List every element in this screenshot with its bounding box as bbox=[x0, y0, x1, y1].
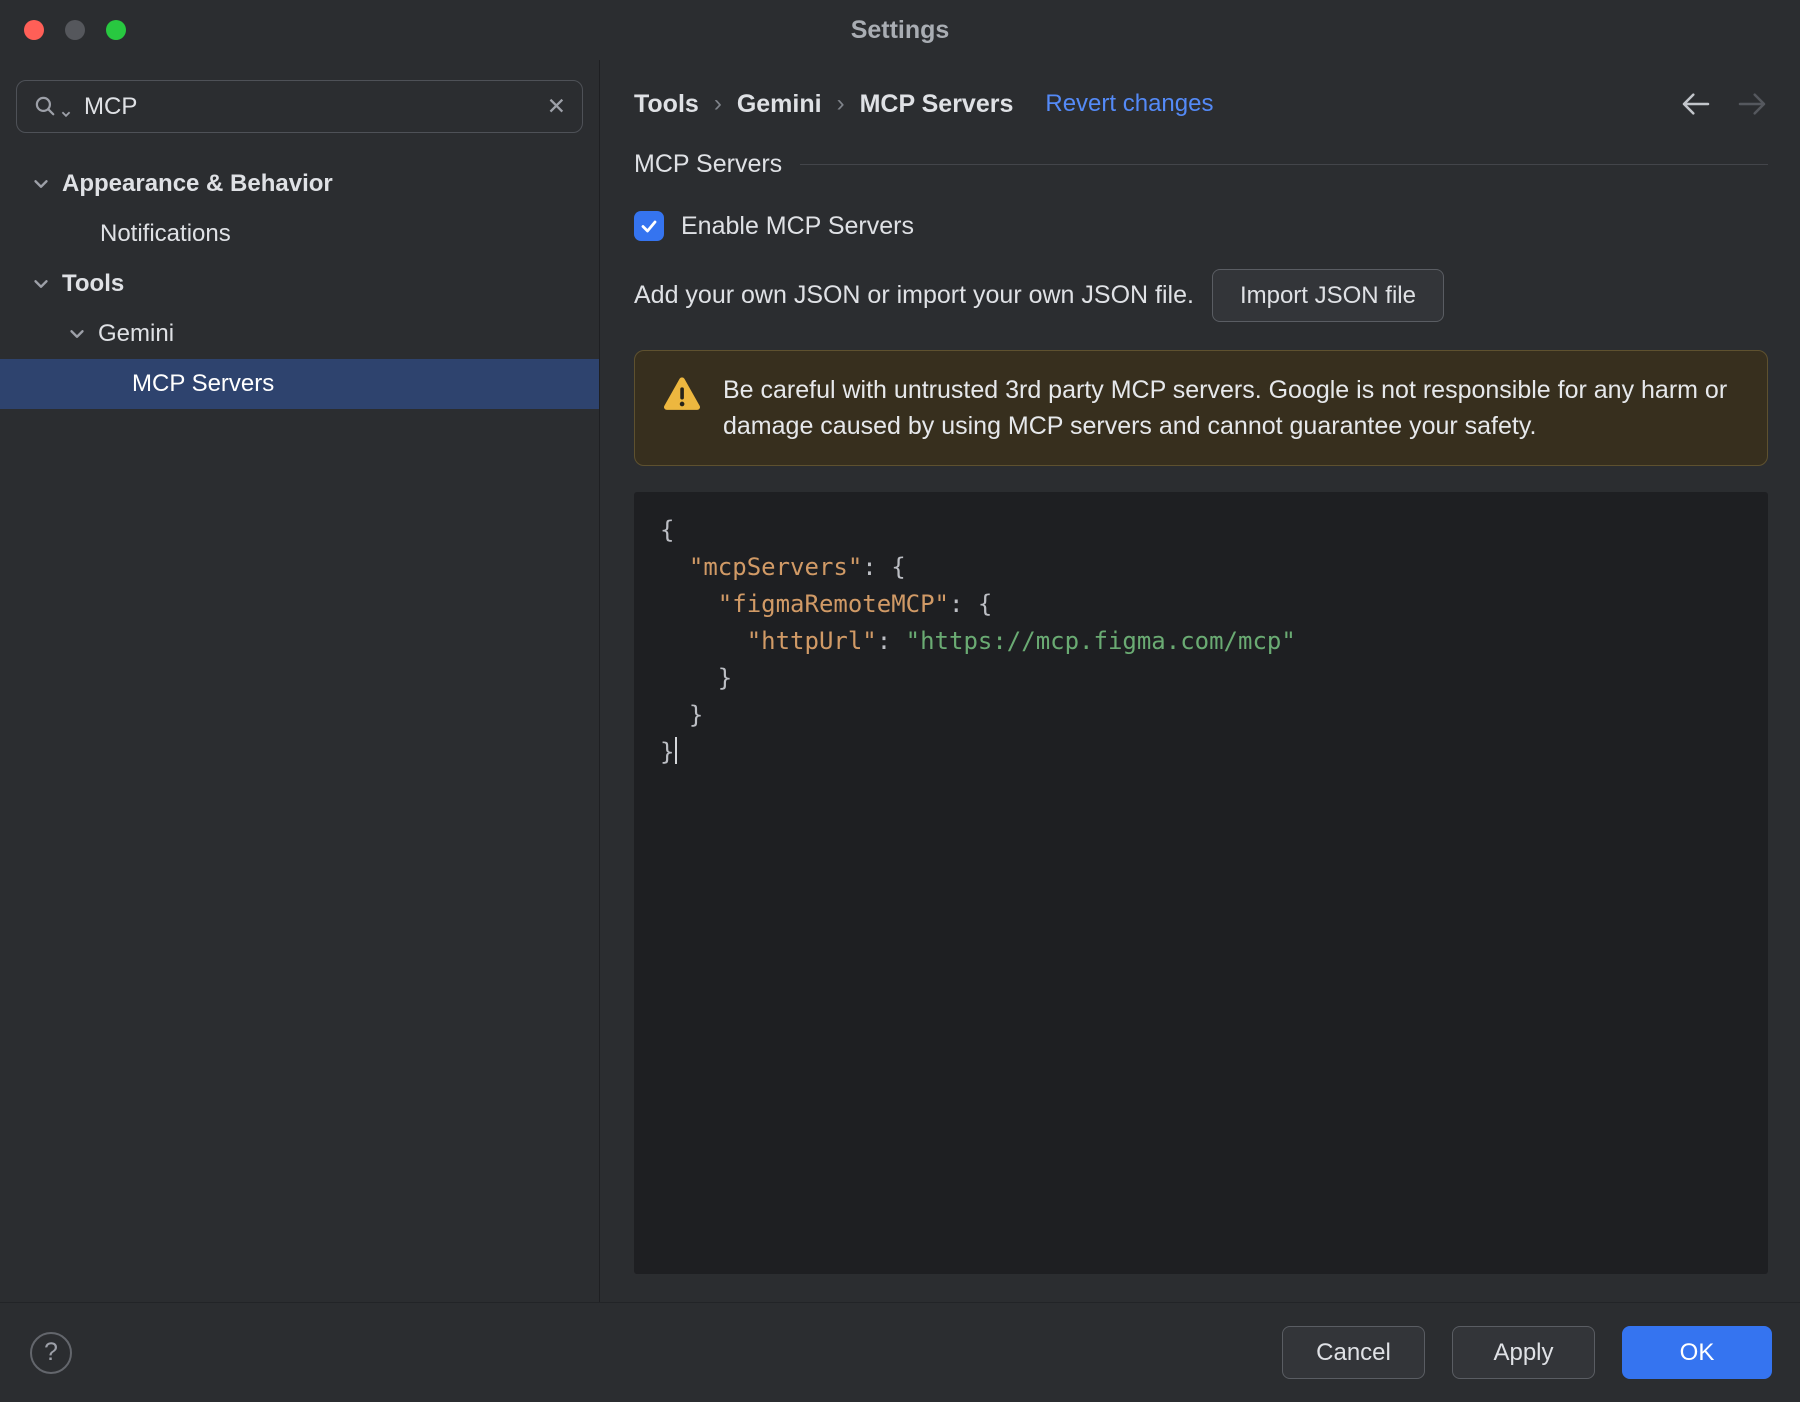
breadcrumb-separator-icon: › bbox=[836, 90, 845, 117]
code-line: } bbox=[660, 664, 733, 692]
sidebar-item-label: Appearance & Behavior bbox=[62, 170, 333, 197]
revert-changes-link[interactable]: Revert changes bbox=[1045, 90, 1213, 118]
section-divider bbox=[800, 164, 1768, 165]
minimize-window-button[interactable] bbox=[65, 20, 85, 40]
warning-triangle-icon bbox=[661, 375, 703, 418]
warning-text: Be careful with untrusted 3rd party MCP … bbox=[723, 376, 1728, 440]
cancel-button[interactable]: Cancel bbox=[1282, 1326, 1425, 1379]
settings-window: Settings MCP ✕ Appearance & Behavior Not… bbox=[0, 0, 1800, 1402]
code-line: "httpUrl": "https://mcp.figma.com/mcp" bbox=[746, 627, 1296, 655]
enable-mcp-label[interactable]: Enable MCP Servers bbox=[681, 212, 914, 241]
search-input[interactable]: MCP ✕ bbox=[16, 80, 583, 133]
json-editor[interactable]: { "mcpServers": { "figmaRemoteMCP": { "h… bbox=[634, 492, 1768, 1274]
section-header: MCP Servers bbox=[634, 150, 1768, 179]
chevron-down-icon[interactable] bbox=[30, 173, 52, 195]
code-line: "mcpServers": { bbox=[688, 553, 906, 581]
main-area: MCP ✕ Appearance & Behavior Notification… bbox=[0, 60, 1800, 1302]
settings-tree: Appearance & Behavior Notifications Tool… bbox=[0, 159, 599, 409]
apply-button[interactable]: Apply bbox=[1452, 1326, 1595, 1379]
settings-sidebar: MCP ✕ Appearance & Behavior Notification… bbox=[0, 60, 600, 1302]
sidebar-item-label: MCP Servers bbox=[132, 370, 275, 397]
chevron-down-icon bbox=[61, 111, 71, 117]
code-line: { bbox=[660, 516, 675, 544]
breadcrumb-item-mcp-servers[interactable]: MCP Servers bbox=[860, 90, 1014, 119]
sidebar-item-notifications[interactable]: Notifications bbox=[0, 209, 599, 259]
search-input-value: MCP bbox=[84, 92, 138, 120]
history-nav bbox=[1680, 91, 1768, 117]
forward-arrow-icon[interactable] bbox=[1736, 91, 1768, 117]
zoom-window-button[interactable] bbox=[106, 20, 126, 40]
ok-button[interactable]: OK bbox=[1622, 1326, 1772, 1379]
checkmark-icon bbox=[641, 220, 657, 233]
settings-content: Tools › Gemini › MCP Servers Revert chan… bbox=[600, 60, 1800, 1302]
chevron-down-icon[interactable] bbox=[30, 273, 52, 295]
titlebar: Settings bbox=[0, 0, 1800, 60]
sidebar-item-mcp-servers[interactable]: MCP Servers bbox=[0, 359, 599, 409]
json-editor-lines: { "mcpServers": { "figmaRemoteMCP": { "h… bbox=[660, 512, 1748, 771]
window-title: Settings bbox=[850, 15, 950, 44]
help-button[interactable]: ? bbox=[30, 1331, 72, 1374]
sidebar-item-label: Gemini bbox=[98, 320, 175, 347]
breadcrumb-separator-icon: › bbox=[713, 90, 722, 117]
sidebar-item-appearance-behavior[interactable]: Appearance & Behavior bbox=[0, 159, 599, 209]
warning-banner: Be careful with untrusted 3rd party MCP … bbox=[634, 350, 1768, 466]
breadcrumb: Tools › Gemini › MCP Servers Revert chan… bbox=[634, 84, 1768, 124]
enable-mcp-checkbox[interactable] bbox=[634, 211, 664, 241]
sidebar-item-tools[interactable]: Tools bbox=[0, 259, 599, 309]
enable-mcp-row: Enable MCP Servers bbox=[634, 211, 1768, 241]
section-title: MCP Servers bbox=[634, 150, 783, 178]
chevron-down-icon[interactable] bbox=[66, 323, 88, 345]
breadcrumb-item-gemini[interactable]: Gemini bbox=[737, 90, 822, 119]
code-line: } bbox=[660, 734, 1748, 771]
sidebar-item-label: Notifications bbox=[100, 220, 231, 247]
breadcrumb-item-tools[interactable]: Tools bbox=[634, 90, 699, 119]
sidebar-item-gemini[interactable]: Gemini bbox=[0, 309, 599, 359]
import-description: Add your own JSON or import your own JSO… bbox=[634, 281, 1194, 309]
clear-search-icon[interactable]: ✕ bbox=[547, 95, 566, 118]
close-window-button[interactable] bbox=[24, 20, 44, 40]
dialog-footer: ? Cancel Apply OK bbox=[0, 1302, 1800, 1402]
code-line: "figmaRemoteMCP": { bbox=[717, 590, 993, 618]
import-json-button[interactable]: Import JSON file bbox=[1211, 269, 1444, 322]
import-row: Add your own JSON or import your own JSO… bbox=[634, 269, 1768, 322]
back-arrow-icon[interactable] bbox=[1680, 91, 1712, 117]
footer-buttons: Cancel Apply OK bbox=[1282, 1326, 1772, 1379]
code-line: } bbox=[660, 701, 704, 729]
search-with-history-icon[interactable] bbox=[33, 94, 72, 120]
traffic-lights bbox=[24, 0, 126, 60]
sidebar-item-label: Tools bbox=[62, 270, 125, 297]
text-caret bbox=[675, 737, 678, 764]
